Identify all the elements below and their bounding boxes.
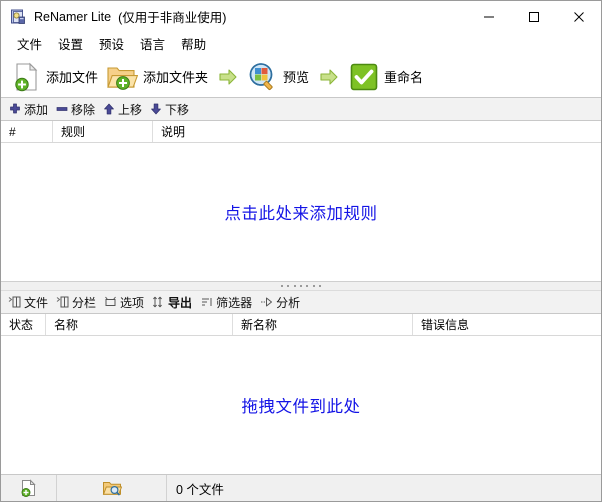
rules-col-description[interactable]: 说明 xyxy=(153,121,601,142)
arrow-right-icon xyxy=(219,69,237,85)
minimize-button[interactable] xyxy=(466,1,511,32)
files-col-error[interactable]: 错误信息 xyxy=(413,314,601,335)
file-add-icon xyxy=(13,62,41,92)
rule-move-up-button[interactable]: 上移 xyxy=(101,100,148,119)
close-button[interactable] xyxy=(556,1,601,32)
menu-presets[interactable]: 预设 xyxy=(91,31,132,57)
rule-move-down-label: 下移 xyxy=(165,101,189,118)
rule-add-button[interactable]: 添加 xyxy=(7,100,54,119)
tab-export-label: 导出 xyxy=(168,294,192,311)
status-file-count: 0 个文件 xyxy=(167,475,601,501)
tab-options-label: 选项 xyxy=(120,294,144,311)
rules-col-rule[interactable]: 规则 xyxy=(53,121,153,142)
menu-file[interactable]: 文件 xyxy=(9,31,50,57)
options-icon xyxy=(104,296,117,308)
renamer-main-window: ReNamer Lite (仅用于非商业使用) 文件 设置 预设 语言 帮助 xyxy=(0,0,602,502)
title-bar: ReNamer Lite (仅用于非商业使用) xyxy=(1,1,601,32)
files-col-name[interactable]: 名称 xyxy=(46,314,233,335)
rule-remove-label: 移除 xyxy=(71,101,95,118)
tab-options[interactable]: 选项 xyxy=(102,293,150,312)
add-folder-button[interactable]: 添加文件夹 xyxy=(102,59,212,95)
status-bar: 0 个文件 xyxy=(1,474,601,501)
rules-list-area[interactable]: 点击此处来添加规则 xyxy=(1,143,601,281)
status-add-file-button[interactable] xyxy=(1,475,57,501)
rename-button[interactable]: 重命名 xyxy=(345,59,427,95)
tab-files-label: 文件 xyxy=(24,294,48,311)
rules-col-index[interactable]: # xyxy=(1,121,53,142)
plus-icon xyxy=(9,103,21,115)
analyze-icon xyxy=(260,296,273,308)
rule-move-up-label: 上移 xyxy=(118,101,142,118)
arrow-right-icon-2 xyxy=(320,69,338,85)
arrow-up-icon xyxy=(103,103,115,115)
window-title: ReNamer Lite xyxy=(34,10,111,24)
tab-filter[interactable]: 筛选器 xyxy=(198,293,258,312)
add-files-button[interactable]: 添加文件 xyxy=(9,59,102,95)
tab-analyze-label: 分析 xyxy=(276,294,300,311)
files-col-new-name[interactable]: 新名称 xyxy=(233,314,413,335)
files-tab-bar: 文件 分栏 选项 xyxy=(1,290,601,314)
rules-column-header: # 规则 说明 xyxy=(1,121,601,143)
main-toolbar: 添加文件 添加文件夹 xyxy=(1,56,601,98)
add-folder-label: 添加文件夹 xyxy=(143,67,208,86)
export-icon xyxy=(152,296,165,308)
tab-analyze[interactable]: 分析 xyxy=(258,293,306,312)
minus-icon xyxy=(56,103,68,115)
maximize-button[interactable] xyxy=(511,1,556,32)
rename-label: 重命名 xyxy=(384,67,423,86)
tab-filter-label: 筛选器 xyxy=(216,294,252,311)
tab-export[interactable]: 导出 xyxy=(150,293,198,312)
tab-columns[interactable]: 分栏 xyxy=(54,293,102,312)
menu-settings[interactable]: 设置 xyxy=(50,31,91,57)
files-empty-hint[interactable]: 拖拽文件到此处 xyxy=(242,393,361,417)
panel-columns-icon xyxy=(56,296,69,308)
splitter-grip xyxy=(281,285,321,288)
folder-search-small-icon xyxy=(102,479,122,497)
panel-files-icon xyxy=(8,296,21,308)
filter-icon xyxy=(200,296,213,308)
status-browse-folder-button[interactable] xyxy=(57,475,167,501)
preview-label: 预览 xyxy=(283,67,309,86)
preview-button[interactable]: 预览 xyxy=(244,59,313,95)
tab-columns-label: 分栏 xyxy=(72,294,96,311)
files-list-area[interactable]: 拖拽文件到此处 xyxy=(1,336,601,474)
add-files-label: 添加文件 xyxy=(46,67,98,86)
files-column-header: 状态 名称 新名称 错误信息 xyxy=(1,314,601,336)
rule-add-label: 添加 xyxy=(24,101,48,118)
files-col-status[interactable]: 状态 xyxy=(1,314,46,335)
menu-help[interactable]: 帮助 xyxy=(173,31,214,57)
rules-toolbar: 添加 移除 上移 下移 xyxy=(1,98,601,121)
arrow-down-icon xyxy=(150,103,162,115)
file-add-small-icon xyxy=(20,479,38,497)
panel-splitter[interactable] xyxy=(1,281,601,290)
window-controls xyxy=(466,1,601,32)
renamer-app-icon xyxy=(10,9,26,25)
rule-move-down-button[interactable]: 下移 xyxy=(148,100,195,119)
magnifier-preview-icon xyxy=(248,62,278,92)
menu-language[interactable]: 语言 xyxy=(132,31,173,57)
rules-empty-hint[interactable]: 点击此处来添加规则 xyxy=(225,200,378,224)
folder-add-icon xyxy=(106,62,138,92)
menu-bar: 文件 设置 预设 语言 帮助 xyxy=(1,32,601,56)
green-check-icon xyxy=(349,62,379,92)
window-title-suffix: (仅用于非商业使用) xyxy=(118,7,226,26)
tab-files[interactable]: 文件 xyxy=(6,293,54,312)
rule-remove-button[interactable]: 移除 xyxy=(54,100,101,119)
